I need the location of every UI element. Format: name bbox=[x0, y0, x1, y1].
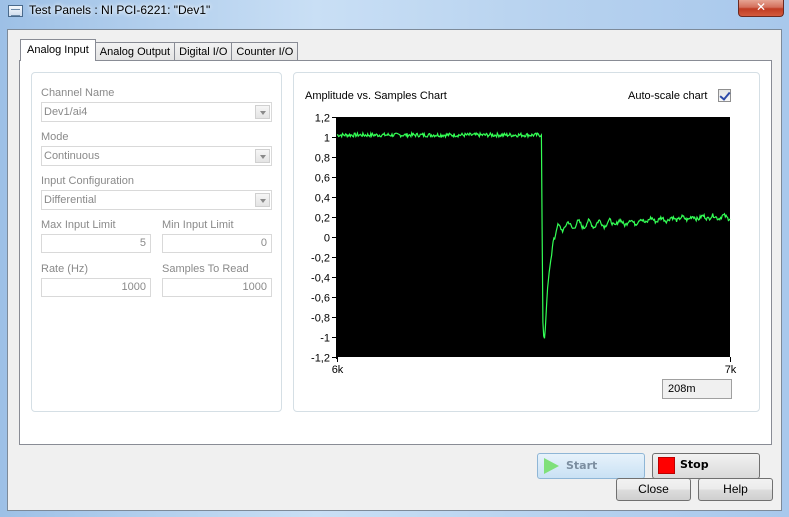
stop-icon bbox=[658, 457, 675, 474]
start-label: Start bbox=[566, 459, 598, 472]
channel-name-label: Channel Name bbox=[41, 87, 115, 99]
input-configuration-label: Input Configuration bbox=[41, 175, 134, 187]
y-tick-label: 0,8 bbox=[315, 153, 330, 165]
tab-analog-input[interactable]: Analog Input bbox=[20, 39, 96, 61]
tab-counter-io[interactable]: Counter I/O bbox=[231, 42, 299, 61]
cursor-readout: 208m bbox=[662, 379, 732, 399]
y-tick-label: -0,2 bbox=[311, 253, 330, 265]
max-input-limit-field[interactable]: 5 bbox=[41, 234, 151, 253]
tab-digital-io[interactable]: Digital I/O bbox=[174, 42, 233, 61]
y-tick-label: 1,2 bbox=[315, 113, 330, 125]
mode-value: Continuous bbox=[44, 150, 100, 162]
dialog-body: Analog Input Analog Output Digital I/O C… bbox=[7, 29, 782, 511]
input-configuration-value: Differential bbox=[44, 194, 97, 206]
plot-area bbox=[337, 117, 730, 357]
chevron-down-icon[interactable] bbox=[255, 193, 270, 207]
window-close-button[interactable]: ✕ bbox=[738, 0, 784, 17]
channel-name-value: Dev1/ai4 bbox=[44, 106, 88, 118]
tab-analog-output[interactable]: Analog Output bbox=[94, 42, 176, 61]
start-button[interactable]: Start bbox=[537, 453, 645, 479]
samples-to-read-field[interactable]: 1000 bbox=[162, 278, 272, 297]
y-tick-label: -0,4 bbox=[311, 273, 330, 285]
y-tick-label: 1 bbox=[324, 133, 330, 145]
close-button[interactable]: Close bbox=[616, 478, 691, 501]
y-tick-label: 0,4 bbox=[315, 193, 330, 205]
mode-select[interactable]: Continuous bbox=[41, 146, 272, 166]
samples-to-read-label: Samples To Read bbox=[162, 263, 249, 275]
x-tick-label: 7k bbox=[725, 364, 737, 376]
y-tick-label: -0,8 bbox=[311, 313, 330, 325]
play-icon bbox=[544, 458, 559, 474]
tab-strip: Analog Input Analog Output Digital I/O C… bbox=[20, 39, 299, 61]
analog-input-panel: Channel Name Dev1/ai4 Mode Continuous In… bbox=[19, 60, 772, 479]
window-title: Test Panels : NI PCI-6221: "Dev1" bbox=[29, 3, 211, 17]
chart-group: Amplitude vs. Samples Chart Auto-scale c… bbox=[293, 72, 760, 412]
settings-group: Channel Name Dev1/ai4 Mode Continuous In… bbox=[31, 72, 282, 412]
window-icon bbox=[8, 5, 23, 17]
stop-button[interactable]: Stop bbox=[652, 453, 760, 479]
x-tick-label: 6k bbox=[332, 364, 344, 376]
y-tick-label: 0 bbox=[324, 233, 330, 245]
stop-label: Stop bbox=[680, 458, 709, 471]
min-input-limit-field[interactable]: 0 bbox=[162, 234, 272, 253]
mode-label: Mode bbox=[41, 131, 69, 143]
y-tick-label: 0,2 bbox=[315, 213, 330, 225]
y-tick-label: 0,6 bbox=[315, 173, 330, 185]
title-bar: Test Panels : NI PCI-6221: "Dev1" ✕ bbox=[0, 0, 789, 22]
help-button[interactable]: Help bbox=[698, 478, 773, 501]
y-tick-label: -0,6 bbox=[311, 293, 330, 305]
y-tick-label: -1,2 bbox=[311, 353, 330, 365]
max-input-limit-label: Max Input Limit bbox=[41, 219, 116, 231]
channel-name-select[interactable]: Dev1/ai4 bbox=[41, 102, 272, 122]
chevron-down-icon[interactable] bbox=[255, 105, 270, 119]
chevron-down-icon[interactable] bbox=[255, 149, 270, 163]
rate-label: Rate (Hz) bbox=[41, 263, 89, 275]
y-tick-label: -1 bbox=[320, 333, 330, 345]
input-configuration-select[interactable]: Differential bbox=[41, 190, 272, 210]
rate-field[interactable]: 1000 bbox=[41, 278, 151, 297]
min-input-limit-label: Min Input Limit bbox=[162, 219, 234, 231]
amplitude-chart: 1,2 1 0,8 0,6 0,4 0,2 0 -0,2 -0,4 -0,6 -0,8 -1 -1,26… bbox=[311, 113, 737, 377]
